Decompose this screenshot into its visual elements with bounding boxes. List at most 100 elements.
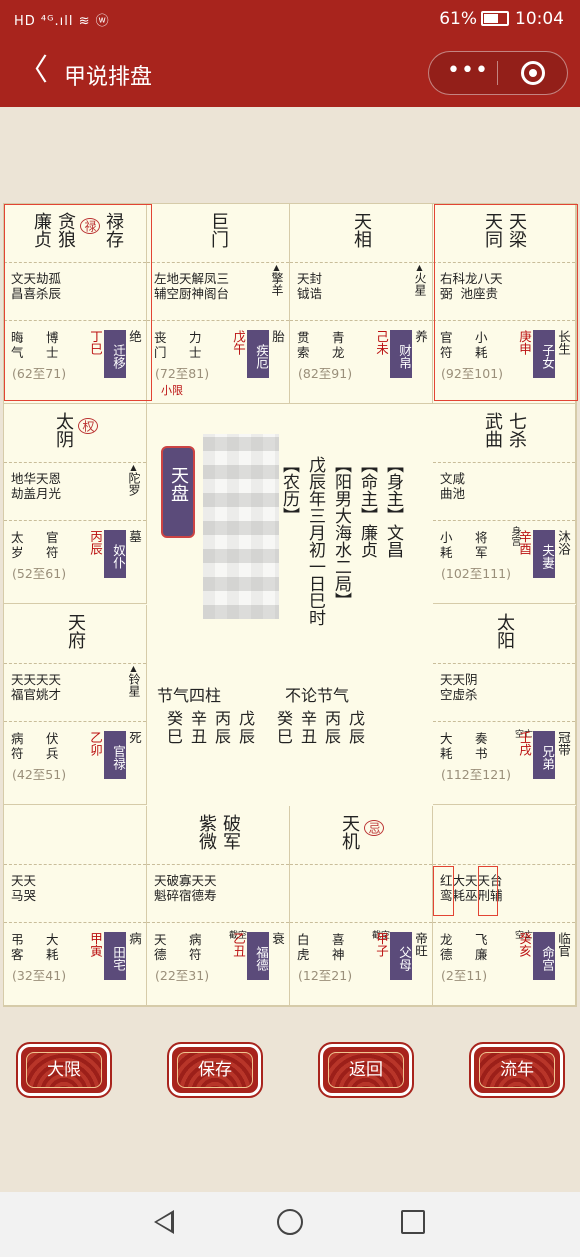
palace-name[interactable]: 父母 bbox=[390, 932, 412, 980]
age-range: (22至31) bbox=[155, 968, 210, 983]
center-date: 戊辰年三月初一日巳时 bbox=[305, 456, 325, 626]
god-name-2: 青 龙 bbox=[332, 330, 345, 360]
minor-star-list: 文咸 曲池 bbox=[440, 471, 466, 501]
palace-name[interactable]: 兄弟 bbox=[533, 731, 555, 779]
palace-chou[interactable]: 紫微 破军 天破寡天天 魁碎宿德寿天 德病 符截空 乙丑 福德衰 (22至31) bbox=[147, 806, 290, 1006]
back-button[interactable]: 〈 bbox=[18, 54, 48, 88]
close-target-icon[interactable] bbox=[521, 61, 545, 85]
minor-stars bbox=[290, 864, 432, 923]
tianpan-label: 天盘 bbox=[168, 466, 189, 502]
life-stage: 死 bbox=[127, 731, 142, 744]
battery-icon bbox=[481, 11, 509, 26]
palace-name[interactable]: 田宅 bbox=[104, 932, 126, 980]
palace-wu[interactable]: 巨门左地天解凤三 辅空厨神阁台 擎羊丧 门 力 士 戊午疾厄胎 (72至81) 小限 bbox=[147, 204, 290, 404]
palace-wei[interactable]: 天相天封 钺诰 火星贯 索 青 龙 己未财帛养 (82至91) bbox=[290, 204, 433, 404]
status-signal: HD ⁴ᴳ.ıll ≋ ⓦ bbox=[14, 14, 110, 29]
recents-square-icon[interactable] bbox=[401, 1210, 425, 1234]
minor-stars: 地华天恩 劫盖月光 陀罗 bbox=[4, 462, 146, 521]
pillar-stem: 戊 bbox=[348, 709, 365, 728]
main-stars: 巨门 bbox=[147, 204, 289, 263]
main-star: 太阴 bbox=[53, 412, 74, 448]
palace-name[interactable]: 官禄 bbox=[104, 731, 126, 779]
god-name-2: 喜 神 bbox=[332, 932, 345, 962]
pillar-branch: 巳 bbox=[276, 727, 293, 746]
capsule-divider bbox=[497, 61, 498, 85]
god-name-1: 龙 德 bbox=[440, 932, 453, 962]
palace-name[interactable]: 夫妻 bbox=[533, 530, 555, 578]
minor-star-list: 天封 钺诰 bbox=[297, 271, 323, 301]
god-name-2: 伏 兵 bbox=[46, 731, 59, 761]
main-stars: 天府 bbox=[4, 605, 146, 664]
branch-stem: 乙卯 bbox=[88, 731, 103, 756]
minor-star-list: 天天阴 空虚杀 bbox=[440, 672, 478, 702]
palace-you[interactable]: 武曲 七杀 文咸 曲池小 耗将 军身宫 辛酉 夫妻 沐浴 (102至111) bbox=[433, 404, 576, 604]
god-name-2: 大 耗 bbox=[46, 932, 59, 962]
palace-mao[interactable]: 天府天天天天 福官姚才 铃星病 符 伏 兵 乙卯官禄死 (42至51) bbox=[4, 605, 147, 805]
center-lunar: 【农历】 bbox=[279, 456, 299, 524]
pillar-branch: 丑 bbox=[300, 727, 317, 746]
minor-star-list: 地华天恩 劫盖月光 bbox=[11, 471, 62, 501]
god-name-1: 太 岁 bbox=[11, 530, 24, 560]
minor-star-list: 天破寡天天 魁碎宿德寿 bbox=[154, 873, 217, 903]
branch-stem: 壬戌 bbox=[517, 731, 532, 756]
main-star: 武曲 bbox=[482, 412, 503, 448]
main-stars: 武曲 七杀 bbox=[433, 404, 575, 463]
main-stars: 紫微 破军 bbox=[147, 806, 289, 865]
battery-percent: 61% bbox=[439, 9, 477, 29]
god-name-2: 官 符 bbox=[46, 530, 59, 560]
main-star: 破军 bbox=[220, 814, 241, 850]
palace-zi[interactable]: 天机忌白 虎喜 神截空 甲子 父母 帝旺 (12至21) bbox=[290, 806, 433, 1006]
sihua-mark: 忌 bbox=[364, 820, 384, 836]
god-name-1: 病 符 bbox=[11, 731, 24, 761]
main-stars: 太阳 bbox=[433, 605, 575, 664]
main-stars: 太阴权 bbox=[4, 404, 146, 463]
sha-star: 铃星 bbox=[127, 664, 141, 697]
highlight-box bbox=[478, 866, 498, 916]
god-name-2: 将 军 bbox=[475, 530, 488, 560]
minor-star-list: 左地天解凤三 辅空厨神阁台 bbox=[154, 271, 230, 301]
age-range: (32至41) bbox=[12, 968, 67, 983]
palace-chen[interactable]: 太阴权地华天恩 劫盖月光 陀罗太 岁 官 符 丙辰奴仆墓 (52至61) bbox=[4, 404, 147, 604]
palace-yin[interactable]: 天天 马哭弔 客 大 耗 甲寅 田宅病 (32至41) bbox=[4, 806, 147, 1006]
branch-stem: 甲子 bbox=[374, 932, 389, 957]
center-body-master: 【身主】文昌 bbox=[383, 456, 403, 558]
palace-name[interactable]: 奴仆 bbox=[104, 530, 126, 578]
palace-name[interactable]: 财帛 bbox=[390, 330, 412, 378]
branch-stem: 丙辰 bbox=[88, 530, 103, 555]
palace-hai[interactable]: 红大天天台 鸾耗巫刑辅龙 德飞 廉空亡 癸亥 命宫 临官 (2至11) bbox=[433, 806, 576, 1006]
pillar-stem: 丙 bbox=[324, 709, 341, 728]
tianpan-badge[interactable]: 天盘 bbox=[161, 446, 195, 538]
age-range: (42至51) bbox=[12, 767, 67, 782]
branch-stem: 辛酉 bbox=[517, 530, 532, 555]
clock: 10:04 bbox=[515, 9, 564, 29]
highlight-box bbox=[434, 204, 578, 401]
save-button[interactable]: 保存 bbox=[167, 1042, 263, 1098]
liunian-button[interactable]: 流年 bbox=[469, 1042, 565, 1098]
minor-stars: 天天阴 空虚杀 bbox=[433, 663, 575, 722]
four-pillars: 癸辛丙戊癸辛丙戊 巳丑辰辰巳丑辰辰 bbox=[163, 710, 369, 746]
main-star: 巨门 bbox=[208, 212, 229, 248]
pillar-stem: 辛 bbox=[190, 709, 207, 728]
xiaoxian-label: 小限 bbox=[161, 384, 183, 397]
return-button[interactable]: 返回 bbox=[318, 1042, 414, 1098]
minor-stars: 天封 钺诰 火星 bbox=[290, 262, 432, 321]
life-stage: 临官 bbox=[556, 932, 571, 957]
life-stage: 衰 bbox=[270, 932, 285, 945]
pillar-branch: 辰 bbox=[214, 727, 231, 746]
palace-name[interactable]: 福德 bbox=[247, 932, 269, 980]
minor-star-list: 天天天天 福官姚才 bbox=[11, 672, 62, 702]
nav-bar: 〈 甲说排盘 ••• bbox=[0, 40, 580, 107]
palace-name[interactable]: 疾厄 bbox=[247, 330, 269, 378]
life-stage: 病 bbox=[127, 932, 142, 945]
main-stars: 天机忌 bbox=[290, 806, 432, 865]
back-triangle-icon[interactable] bbox=[154, 1210, 174, 1234]
home-circle-icon[interactable] bbox=[277, 1209, 303, 1235]
more-button[interactable]: ••• bbox=[447, 58, 489, 83]
daxian-button[interactable]: 大限 bbox=[16, 1042, 112, 1098]
minor-stars: 天天天天 福官姚才 铃星 bbox=[4, 663, 146, 722]
jieqi-label: 节气四柱 bbox=[157, 686, 222, 705]
palace-name[interactable]: 命宫 bbox=[533, 932, 555, 980]
main-star: 天府 bbox=[65, 613, 86, 649]
palace-xu[interactable]: 太阳 天天阴 空虚杀大 耗奏 书空亡 壬戌 兄弟 冠带 (112至121) bbox=[433, 605, 576, 805]
minor-stars: 天天 马哭 bbox=[4, 864, 146, 923]
